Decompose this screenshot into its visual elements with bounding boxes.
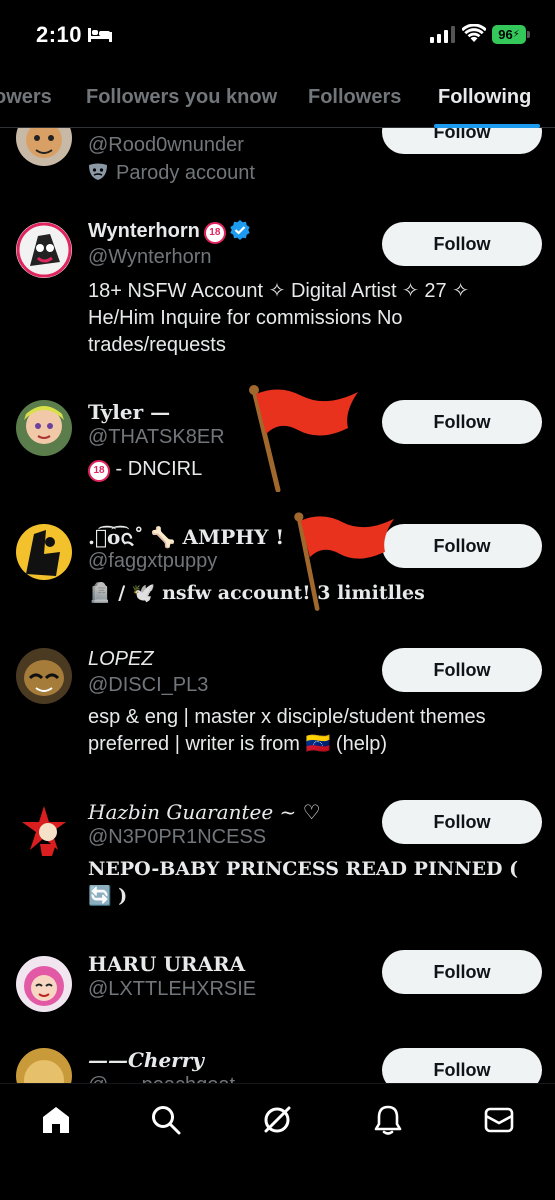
wifi-icon: [462, 24, 486, 42]
status-bar: 2:10 96 ⚡: [0, 0, 555, 68]
bottom-navigation: [0, 1083, 555, 1200]
avatar[interactable]: [16, 400, 72, 456]
user-handle: @THATSK8ER: [88, 426, 225, 448]
user-bio: Parody account: [88, 160, 540, 187]
battery-level: 96: [498, 27, 513, 42]
user-handle: @faggxtpuppy: [88, 550, 218, 572]
user-name: HARU URARA: [88, 952, 246, 976]
user-name: Hazbin Guarantee ~ ♡: [88, 800, 321, 824]
user-name: ——Cherry: [88, 1048, 204, 1072]
user-handle: @Rood0wnunder: [88, 134, 244, 156]
notifications-icon[interactable]: [372, 1104, 404, 1136]
avatar[interactable]: [16, 128, 72, 166]
avatar[interactable]: [16, 1048, 72, 1083]
battery-indicator: 96 ⚡: [492, 25, 526, 44]
cellular-signal-icon: [430, 26, 455, 43]
avatar[interactable]: [16, 802, 72, 858]
follow-button[interactable]: Follow: [382, 222, 542, 266]
user-bio: esp & eng | master x disciple/student th…: [88, 706, 486, 755]
user-bio-text: - DNCIRL: [110, 458, 203, 480]
tab-followers[interactable]: Followers: [308, 86, 401, 109]
charging-icon: ⚡: [512, 29, 520, 40]
user-name: LOPEZ: [88, 648, 154, 670]
user-name-text: Wynterhorn: [88, 220, 200, 242]
home-icon[interactable]: [40, 1104, 72, 1136]
user-handle: @LXTTLEHXRSIE: [88, 978, 257, 1000]
theater-mask-icon: [89, 163, 107, 180]
no-under-18-icon: 18: [88, 460, 110, 482]
following-list: @Rood0wnunder Parody account Follow Wynt…: [0, 128, 555, 1083]
avatar[interactable]: [16, 222, 72, 278]
battery-cap: [527, 31, 530, 38]
user-bio: NEPO-BABY PRINCESS READ PINNED ( 🔄 ): [88, 858, 519, 907]
follow-button[interactable]: Follow: [382, 128, 542, 154]
user-name: Wynterhorn 18: [88, 220, 250, 244]
user-handle: @DISCI_PL3: [88, 674, 209, 696]
sleep-focus-icon: [88, 28, 112, 42]
search-icon[interactable]: [150, 1104, 182, 1136]
tab-following[interactable]: Following: [438, 86, 531, 109]
tab-bar: owers Followers you know Followers Follo…: [0, 68, 555, 128]
follow-button[interactable]: Follow: [382, 800, 542, 844]
no-under-18-icon: 18: [203, 222, 226, 244]
avatar[interactable]: [16, 648, 72, 704]
red-flag-icon: [249, 385, 358, 492]
follow-button[interactable]: Follow: [382, 524, 542, 568]
avatar[interactable]: [16, 524, 72, 580]
tab-followers-you-know[interactable]: Followers you know: [86, 86, 277, 109]
user-handle: @Wynterhorn: [88, 246, 212, 268]
follow-button[interactable]: Follow: [382, 400, 542, 444]
red-flag-icon: [294, 512, 395, 611]
status-time: 2:10: [36, 22, 83, 47]
avatar[interactable]: [16, 956, 72, 1012]
messages-icon[interactable]: [483, 1104, 515, 1136]
follow-button[interactable]: Follow: [382, 648, 542, 692]
user-bio: 18+ NSFW Account ✧ Digital Artist ✧ 27 ✧…: [88, 280, 469, 356]
tab-verified-followers[interactable]: owers: [0, 86, 52, 109]
user-handle: @___peachgoat: [88, 1074, 235, 1083]
follow-button[interactable]: Follow: [382, 1048, 542, 1083]
user-name: Tyler —: [88, 400, 171, 424]
user-handle: @N3P0PR1NCESS: [88, 826, 267, 848]
follow-button[interactable]: Follow: [382, 950, 542, 994]
verified-badge-icon: [230, 220, 250, 240]
grok-icon[interactable]: [261, 1104, 293, 1136]
user-bio-text: Parody account: [116, 162, 255, 184]
